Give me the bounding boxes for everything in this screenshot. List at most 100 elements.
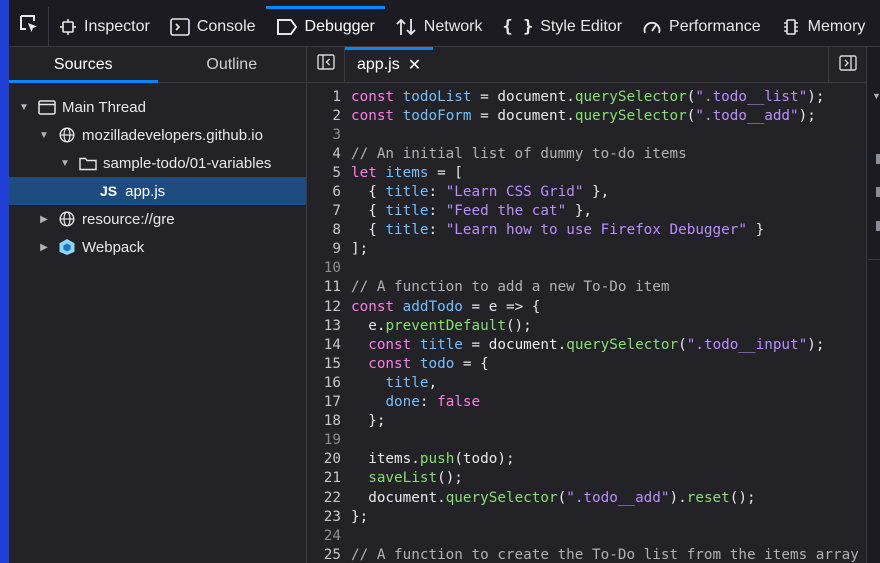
code-line[interactable]: 6 { title: "Learn CSS Grid" },: [307, 182, 866, 201]
tree-node-folder[interactable]: ▼ sample-todo/01-variables: [9, 149, 306, 177]
performance-icon: [642, 18, 662, 36]
code-line[interactable]: 11 // A function to add a new To-Do item: [307, 278, 866, 297]
tree-node-domain[interactable]: ▼ mozilladevelopers.github.io: [9, 121, 306, 149]
tree-node-resource[interactable]: ▶ resource://gre: [9, 205, 306, 233]
tab-label: Memory: [807, 17, 866, 35]
line-number[interactable]: 5: [307, 165, 341, 181]
close-icon[interactable]: ✕: [408, 55, 421, 75]
tab-label: Console: [196, 17, 256, 35]
line-number[interactable]: 11: [307, 279, 341, 295]
code-line[interactable]: 17 done: false: [307, 393, 866, 412]
line-number[interactable]: 7: [307, 203, 341, 219]
code-line[interactable]: 18 };: [307, 412, 866, 431]
code-line[interactable]: 15 const todo = {: [307, 354, 866, 373]
tab-inspector[interactable]: Inspector: [49, 7, 160, 47]
panel-toggle-mark[interactable]: [876, 187, 880, 197]
line-number[interactable]: 8: [307, 222, 341, 238]
code-line[interactable]: 12 const addTodo = e => {: [307, 297, 866, 316]
code-text: };: [351, 508, 369, 525]
code-line[interactable]: 8 { title: "Learn how to use Firefox Deb…: [307, 221, 866, 240]
code-text: saveList();: [368, 470, 463, 487]
code-line[interactable]: 20 items.push(todo);: [307, 450, 866, 469]
line-number[interactable]: 6: [307, 184, 341, 200]
element-picker-icon: [18, 13, 40, 40]
code-line[interactable]: 16 title,: [307, 373, 866, 392]
line-number[interactable]: 17: [307, 394, 341, 410]
code-text: const todoList = document.querySelector(…: [351, 88, 825, 105]
code-lines[interactable]: 1 const todoList = document.querySelector…: [307, 87, 866, 563]
tab-memory[interactable]: Memory: [771, 7, 876, 47]
line-number[interactable]: 23: [307, 509, 341, 525]
tab-outline[interactable]: Outline: [158, 47, 307, 82]
code-text: };: [351, 413, 386, 430]
code-line[interactable]: 22 document.querySelector(".todo__add").…: [307, 488, 866, 507]
code-line[interactable]: 19: [307, 431, 866, 450]
tab-sources[interactable]: Sources: [9, 47, 158, 83]
collapse-left-pane-icon: [316, 54, 335, 75]
tab-console[interactable]: Console: [160, 7, 266, 47]
line-number[interactable]: 10: [307, 260, 341, 276]
line-number[interactable]: 22: [307, 490, 341, 506]
line-number[interactable]: 3: [307, 127, 341, 143]
panel-toggle-mark[interactable]: [876, 154, 880, 164]
tab-debugger[interactable]: Debugger: [265, 5, 386, 47]
inspector-icon: [59, 18, 77, 36]
line-number[interactable]: 18: [307, 413, 341, 429]
sources-panel: Sources Outline ▼ Main Thread ▼ mozillad…: [9, 47, 307, 563]
code-text: const title = document.querySelector(".t…: [368, 336, 825, 353]
tree-node-main-thread[interactable]: ▼ Main Thread: [9, 93, 306, 121]
toggle-sources-pane-button[interactable]: [307, 46, 345, 83]
line-number[interactable]: 15: [307, 356, 341, 372]
line-number[interactable]: 16: [307, 375, 341, 391]
toggle-right-pane-button[interactable]: [828, 47, 866, 83]
code-line[interactable]: 3: [307, 125, 866, 144]
line-number[interactable]: 4: [307, 146, 341, 162]
code-line[interactable]: 2 const todoForm = document.querySelector…: [307, 106, 866, 125]
code-line[interactable]: 24: [307, 526, 866, 545]
code-line[interactable]: 5 let items = [: [307, 163, 866, 182]
code-text: title,: [385, 374, 438, 391]
tree-node-file-app-js[interactable]: JS app.js: [9, 177, 306, 205]
code-text: e.preventDefault();: [368, 317, 532, 334]
line-number[interactable]: 13: [307, 318, 341, 334]
line-number[interactable]: 20: [307, 451, 341, 467]
code-line[interactable]: 10: [307, 259, 866, 278]
panel-toggle-mark[interactable]: [876, 221, 880, 231]
code-line[interactable]: 21 saveList();: [307, 469, 866, 488]
tab-performance[interactable]: Performance: [632, 7, 771, 47]
line-number[interactable]: 1: [307, 89, 341, 105]
tab-style-editor[interactable]: { } Style Editor: [492, 7, 632, 47]
line-number[interactable]: 9: [307, 241, 341, 257]
element-picker-button[interactable]: [9, 6, 49, 47]
code-text: // A function to create the To-Do list f…: [351, 546, 859, 563]
line-number[interactable]: 19: [307, 432, 341, 448]
debugger-icon: [276, 18, 298, 36]
divider: [868, 259, 880, 260]
code-line[interactable]: 9];: [307, 240, 866, 259]
line-number[interactable]: 2: [307, 108, 341, 124]
code-line[interactable]: 13 e.preventDefault();: [307, 316, 866, 335]
code-line[interactable]: 25 // A function to create the To-Do list…: [307, 545, 866, 563]
tree-node-label: Main Thread: [62, 98, 146, 116]
code-line[interactable]: 1 const todoList = document.querySelector…: [307, 87, 866, 106]
line-number[interactable]: 24: [307, 528, 341, 544]
collapse-arrow-icon[interactable]: ▼: [872, 91, 880, 101]
sources-tabs: Sources Outline: [9, 47, 306, 83]
line-number[interactable]: 12: [307, 299, 341, 315]
tree-node-webpack[interactable]: ▶ Webpack: [9, 233, 306, 261]
code-line[interactable]: 7 { title: "Feed the cat" },: [307, 202, 866, 221]
js-file-icon: JS: [100, 183, 118, 199]
code-line[interactable]: 4 // An initial list of dummy to-do items: [307, 144, 866, 163]
code-text: items.push(todo);: [368, 451, 515, 468]
line-number[interactable]: 14: [307, 337, 341, 353]
code-line[interactable]: 14 const title = document.querySelector(…: [307, 335, 866, 354]
tree-node-label: Webpack: [82, 238, 145, 256]
code-line[interactable]: 23};: [307, 507, 866, 526]
tree-node-label: sample-todo/01-variables: [103, 154, 272, 172]
tab-network[interactable]: Network: [385, 7, 493, 47]
editor-tab-app-js[interactable]: app.js ✕: [345, 46, 434, 83]
line-number[interactable]: 25: [307, 547, 341, 563]
tab-label: Performance: [669, 17, 761, 35]
tree-node-label: mozilladevelopers.github.io: [82, 126, 263, 144]
line-number[interactable]: 21: [307, 470, 341, 486]
